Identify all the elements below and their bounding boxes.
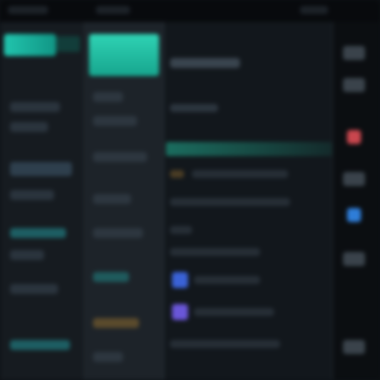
table-row[interactable] [170,198,290,206]
list-item[interactable] [93,152,147,162]
page-title [170,58,240,68]
info-icon[interactable] [343,172,365,186]
selected-row[interactable] [166,142,332,156]
list-item[interactable] [93,352,123,362]
table-row[interactable] [194,276,260,284]
sidebar-item-active[interactable] [10,162,72,176]
table-row[interactable] [170,226,192,234]
square-icon[interactable] [172,272,188,288]
sidebar-item[interactable] [10,284,58,294]
table-row[interactable] [170,340,280,348]
active-section-tab[interactable] [89,34,159,76]
table-row[interactable] [170,248,260,256]
top-tab[interactable] [96,6,130,14]
list-item[interactable] [93,318,139,328]
table-row[interactable] [194,308,274,316]
status-dot [170,170,184,178]
app-logo-icon[interactable] [4,34,56,56]
sidebar-item[interactable] [10,250,44,260]
info-icon[interactable] [347,208,361,222]
list-item[interactable] [93,228,143,238]
top-bar [0,0,380,22]
secondary-sidebar [85,22,164,380]
list-item[interactable] [93,272,129,282]
list-item[interactable] [93,116,137,126]
main-content [164,22,332,380]
sidebar-item[interactable] [10,340,70,350]
list-item[interactable] [93,92,123,102]
workspace-switcher[interactable] [56,36,80,52]
top-tab[interactable] [300,6,328,14]
sidebar-item[interactable] [10,102,60,112]
close-icon[interactable] [347,130,361,144]
toggle-icon[interactable] [343,46,365,60]
settings-icon[interactable] [343,78,365,92]
settings-icon[interactable] [343,340,365,354]
section-heading [170,104,218,112]
top-tab[interactable] [8,6,48,14]
toggle-icon[interactable] [343,252,365,266]
app-window [0,0,380,380]
primary-sidebar [0,22,85,380]
table-row[interactable] [192,170,288,178]
square-icon[interactable] [172,304,188,320]
list-item[interactable] [93,194,131,204]
sidebar-item[interactable] [10,190,54,200]
sidebar-item[interactable] [10,122,48,132]
right-toolbar [332,22,380,380]
sidebar-item[interactable] [10,228,66,238]
